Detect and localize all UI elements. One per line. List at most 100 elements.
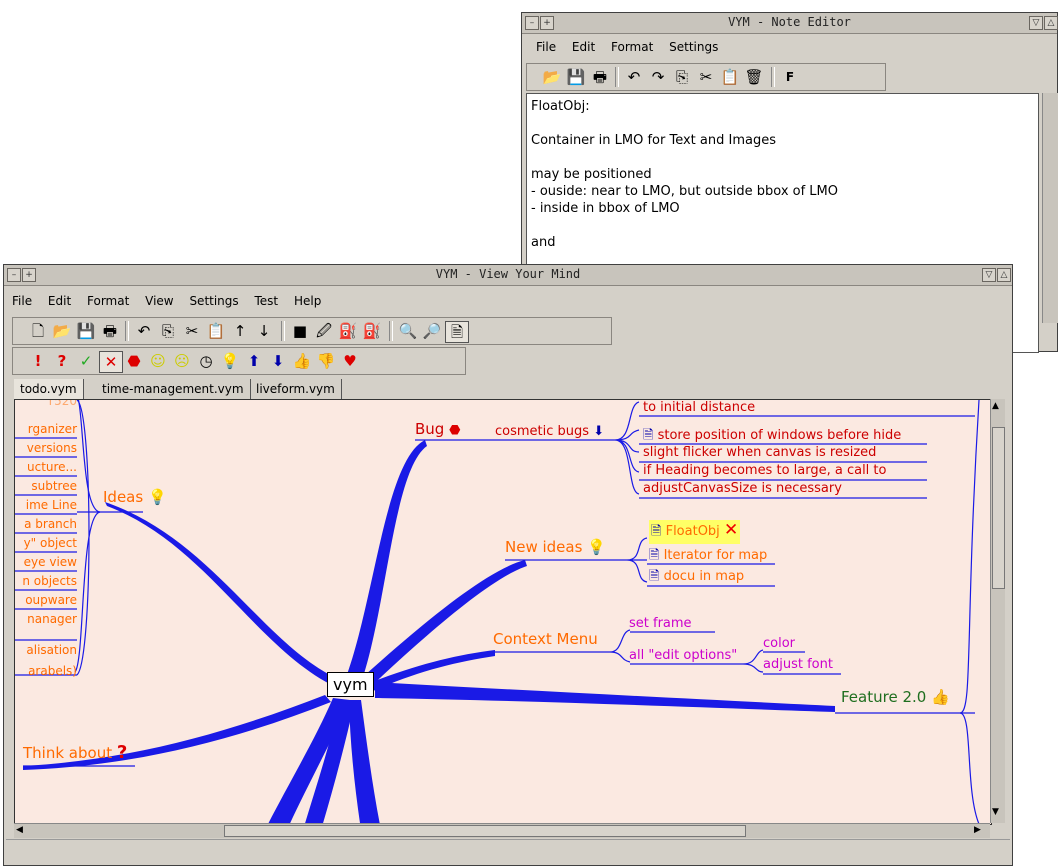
floatobj-node[interactable]: 🗎 FloatObj ✕ (649, 520, 741, 544)
menu-settings[interactable]: Settings (183, 291, 244, 311)
ideas-child[interactable]: ucture... (27, 460, 77, 474)
smiley-bad-icon[interactable]: ☹ (171, 351, 193, 371)
cut-icon[interactable]: ✂ (181, 321, 203, 341)
scroll-down-icon[interactable]: ▼ (992, 807, 999, 817)
thumb-up-flag-icon[interactable]: 👍 (291, 351, 313, 371)
menu-edit[interactable]: Edit (566, 37, 601, 57)
paste-icon[interactable]: 📋 (205, 321, 227, 341)
zoom-in-icon[interactable]: 🔍 (397, 321, 419, 341)
save-icon[interactable]: 💾 (75, 321, 97, 341)
scroll-up-icon[interactable]: ▲ (992, 401, 999, 411)
feature-node[interactable]: Feature 2.0 👍 (841, 688, 950, 706)
scroll-left-icon[interactable]: ◀ (16, 825, 23, 835)
menu-help[interactable]: Help (288, 291, 327, 311)
check-flag-icon[interactable]: ✓ (75, 351, 97, 371)
ideas-child[interactable]: T520 (47, 400, 77, 408)
heart-flag-icon[interactable]: ♥ (339, 351, 361, 371)
font-icon[interactable]: F (779, 67, 801, 87)
redo-icon[interactable]: ↷ (647, 67, 669, 87)
fill-branch-icon[interactable]: ⛽ (337, 321, 359, 341)
scroll-thumb[interactable] (224, 825, 746, 837)
scroll-thumb[interactable] (992, 427, 1005, 589)
ideas-child[interactable]: arabels) (28, 664, 77, 678)
map-canvas[interactable]: vym Ideas 💡 T520 rganizer versions uctur… (14, 399, 992, 825)
context-menu-node[interactable]: Context Menu (493, 630, 598, 648)
cosmetic-item[interactable]: adjustCanvasSize is necessary (643, 481, 842, 496)
minimize-icon[interactable]: ▽ (1029, 16, 1043, 30)
print-icon[interactable]: 🖶 (99, 321, 121, 341)
cosmetic-item[interactable]: if Heading becomes to large, a call to (643, 463, 886, 478)
bug-node[interactable]: Bug ⬣ (415, 420, 460, 438)
ideas-child[interactable]: alisation (26, 643, 77, 657)
ideas-child[interactable]: a branch (24, 517, 77, 531)
main-titlebar[interactable]: – + VYM - View Your Mind ▽ △ (4, 265, 1012, 286)
maximize-icon[interactable]: △ (997, 268, 1011, 282)
menu-edit[interactable]: Edit (42, 291, 77, 311)
move-up-icon[interactable]: ↑ (229, 321, 251, 341)
ideas-child[interactable]: subtree (31, 479, 77, 493)
new-file-icon[interactable]: 🗋 (27, 321, 49, 341)
clock-flag-icon[interactable]: ◷ (195, 351, 217, 371)
menu-test[interactable]: Test (248, 291, 284, 311)
ideas-child[interactable]: nanager (27, 612, 77, 626)
question-flag-icon[interactable]: ? (51, 351, 73, 371)
docu-node[interactable]: 🗎 docu in map (649, 567, 744, 589)
adjust-font-node[interactable]: adjust font (763, 657, 833, 672)
save-icon[interactable]: 💾 (565, 67, 587, 87)
map-horizontal-scrollbar[interactable]: ◀ ▶ (14, 823, 990, 838)
menu-file[interactable]: File (6, 291, 38, 311)
exclamation-flag-icon[interactable]: ! (27, 351, 49, 371)
tab-todo[interactable]: todo.vym (14, 379, 84, 399)
color-node[interactable]: color (763, 636, 795, 651)
menu-format[interactable]: Format (81, 291, 135, 311)
color-square-icon[interactable]: ■ (289, 321, 311, 341)
trash-icon[interactable]: 🗑 (743, 67, 765, 87)
cosmetic-item[interactable]: slight flicker when canvas is resized (643, 445, 876, 460)
tab-liveform[interactable]: liveform.vym (250, 379, 342, 399)
note-editor-titlebar[interactable]: – + VYM - Note Editor ▽ △ (522, 13, 1058, 34)
ideas-child[interactable]: oupware (25, 593, 77, 607)
undo-icon[interactable]: ↶ (133, 321, 155, 341)
cut-icon[interactable]: ✂ (695, 67, 717, 87)
copy-icon[interactable]: ⎘ (671, 67, 693, 87)
think-about-node[interactable]: Think about ? (23, 742, 127, 763)
menu-format[interactable]: Format (605, 37, 659, 57)
print-icon[interactable]: 🖶 (589, 67, 611, 87)
menu-settings[interactable]: Settings (663, 37, 724, 57)
ideas-child[interactable]: versions (27, 441, 77, 455)
note-vertical-scrollbar[interactable] (1042, 93, 1058, 323)
note-editor-toggle-icon[interactable]: 🗎 (445, 321, 469, 343)
color-picker-icon[interactable]: 🖉 (313, 321, 335, 341)
cosmetic-item[interactable]: to initial distance (643, 400, 755, 415)
smiley-good-icon[interactable]: ☺ (147, 351, 169, 371)
ideas-child[interactable]: y" object (24, 536, 77, 550)
move-down-icon[interactable]: ↓ (253, 321, 275, 341)
set-frame-node[interactable]: set frame (629, 616, 692, 631)
open-folder-icon[interactable]: 📂 (51, 321, 73, 341)
menu-file[interactable]: File (530, 37, 562, 57)
stop-flag-icon[interactable]: ⬣ (123, 351, 145, 371)
fill-subtree-icon[interactable]: ⛽ (361, 321, 383, 341)
tab-time-management[interactable]: time-management.vym (96, 379, 251, 399)
cosmetic-bugs-node[interactable]: cosmetic bugs ⬇ (495, 424, 604, 439)
ideas-child[interactable]: eye view (24, 555, 77, 569)
arrow-up-flag-icon[interactable]: ⬆ (243, 351, 265, 371)
cross-flag-icon[interactable]: ✕ (99, 351, 123, 373)
maximize-icon[interactable]: △ (1044, 16, 1058, 30)
copy-icon[interactable]: ⎘ (157, 321, 179, 341)
edit-options-node[interactable]: all "edit options" (629, 648, 737, 663)
iterator-node[interactable]: 🗎 Iterator for map (649, 546, 767, 568)
lamp-flag-icon[interactable]: 💡 (219, 351, 241, 371)
open-folder-icon[interactable]: 📂 (541, 67, 563, 87)
ideas-child[interactable]: rganizer (28, 422, 77, 436)
center-node[interactable]: vym (327, 672, 374, 697)
thumb-down-flag-icon[interactable]: 👎 (315, 351, 337, 371)
ideas-node[interactable]: Ideas 💡 (103, 488, 167, 506)
minimize-icon[interactable]: ▽ (982, 268, 996, 282)
new-ideas-node[interactable]: New ideas 💡 (505, 538, 606, 556)
menu-view[interactable]: View (139, 291, 179, 311)
undo-icon[interactable]: ↶ (623, 67, 645, 87)
arrow-down-flag-icon[interactable]: ⬇ (267, 351, 289, 371)
ideas-child[interactable]: n objects (22, 574, 77, 588)
zoom-out-icon[interactable]: 🔎 (421, 321, 443, 341)
